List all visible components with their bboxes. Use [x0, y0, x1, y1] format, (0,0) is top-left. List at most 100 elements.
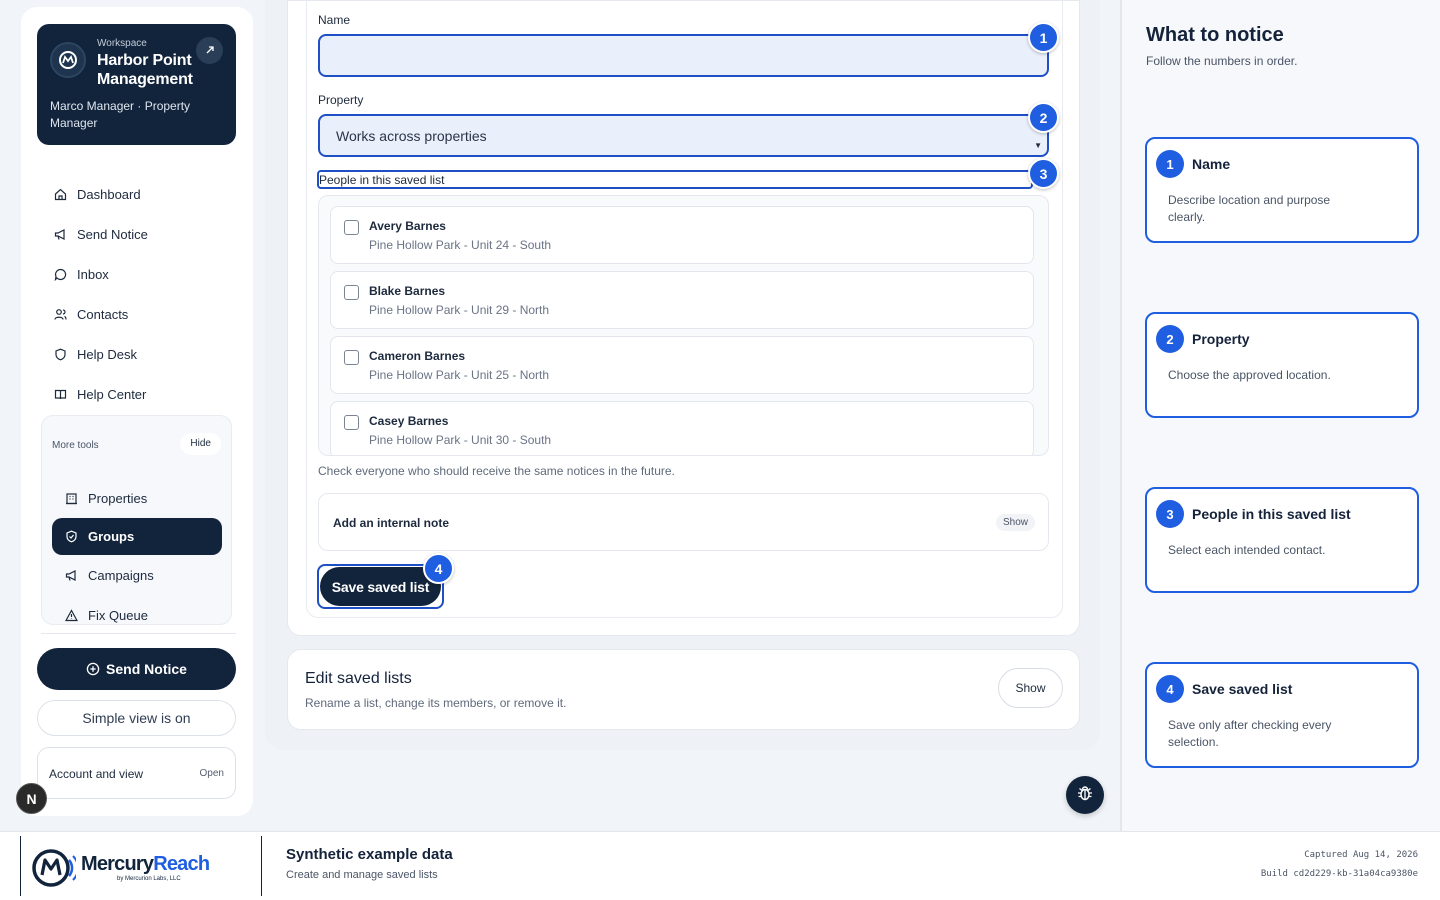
person-unit: Pine Hollow Park - Unit 30 - South: [369, 433, 552, 447]
guide-step-card: 1 Name Describe location and purpose cle…: [1145, 137, 1419, 243]
people-help-text: Check everyone who should receive the sa…: [318, 464, 675, 478]
send-notice-button[interactable]: Send Notice: [37, 648, 236, 690]
nav-item-help-center[interactable]: Help Center: [42, 374, 242, 414]
tool-item-fix-queue[interactable]: Fix Queue: [52, 595, 222, 624]
person-row[interactable]: Avery Barnes Pine Hollow Park - Unit 24 …: [330, 206, 1034, 264]
account-open-link[interactable]: Open: [200, 768, 224, 779]
workspace-user: Marco Manager · Property Manager: [50, 99, 191, 130]
shield-icon: [53, 347, 67, 361]
primary-nav: Dashboard Send Notice Inbox Contacts Hel…: [42, 174, 242, 414]
name-input[interactable]: [318, 34, 1049, 77]
person-row[interactable]: Casey Barnes Pine Hollow Park - Unit 30 …: [330, 401, 1034, 455]
home-icon: [53, 187, 67, 201]
person-name: Blake Barnes: [369, 284, 446, 298]
person-unit: Pine Hollow Park - Unit 25 - North: [369, 368, 550, 382]
guide-step-title: Save saved list: [1192, 681, 1293, 697]
person-checkbox[interactable]: [344, 220, 359, 235]
guide-step-description: Choose the approved location.: [1168, 368, 1331, 382]
edit-saved-lists-title: Edit saved lists: [305, 670, 412, 687]
internal-note-label: Add an internal note: [333, 516, 450, 530]
nav-label: Help Center: [77, 386, 147, 402]
internal-note-show-button[interactable]: Show: [995, 514, 1035, 531]
account-label: Account and view: [49, 767, 144, 781]
sidebar-divider: [41, 633, 236, 634]
name-label: Name: [318, 13, 351, 27]
chat-icon: [53, 267, 67, 281]
edit-saved-lists-show-button[interactable]: Show: [998, 668, 1063, 708]
edit-saved-lists-card: Edit saved lists Rename a list, change i…: [287, 649, 1080, 730]
guide-title: What to notice: [1146, 24, 1284, 46]
shield-check-icon: [64, 530, 78, 544]
book-icon: [53, 387, 67, 401]
workspace-card: Workspace Harbor Point Management Marco …: [37, 24, 236, 145]
nav-label: Inbox: [77, 266, 109, 282]
dev-tools-badge[interactable]: N: [16, 783, 47, 814]
step-marker-1: 1: [1028, 22, 1059, 53]
megaphone-icon: [64, 568, 78, 582]
more-tools-list: Properties Groups Campaigns Fix Queue: [52, 478, 222, 624]
account-and-view[interactable]: Account and view Open: [37, 747, 236, 799]
person-row[interactable]: Cameron Barnes Pine Hollow Park - Unit 2…: [330, 336, 1034, 394]
guide-step-card: 3 People in this saved list Select each …: [1145, 487, 1419, 593]
guide-panel: What to notice Follow the numbers in ord…: [1120, 0, 1440, 831]
people-list[interactable]: Avery Barnes Pine Hollow Park - Unit 24 …: [318, 195, 1049, 456]
step-marker-4: 4: [423, 553, 454, 584]
nav-label: Send Notice: [77, 226, 148, 242]
users-icon: [53, 307, 67, 321]
bug-report-button[interactable]: [1066, 776, 1104, 814]
person-checkbox[interactable]: [344, 415, 359, 430]
nav-label: Dashboard: [77, 186, 141, 202]
nav-item-inbox[interactable]: Inbox: [42, 254, 242, 294]
footer: MercuryReach by Mercurion Labs, LLC Synt…: [0, 831, 1440, 900]
build-id: Build cd2d229-kb-31a04ca9380e: [1260, 869, 1418, 879]
tool-item-campaigns[interactable]: Campaigns: [52, 555, 222, 595]
guide-step-title: Property: [1192, 331, 1250, 347]
person-checkbox[interactable]: [344, 350, 359, 365]
brand-wordmark: MercuryReach: [81, 853, 210, 876]
guide-step-card: 4 Save saved list Save only after checki…: [1145, 662, 1419, 768]
nav-item-help-desk[interactable]: Help Desk: [42, 334, 242, 374]
tool-label: Properties: [88, 490, 148, 506]
people-label: People in this saved list: [319, 173, 445, 187]
chevron-down-icon: ▼: [1034, 141, 1042, 150]
person-unit: Pine Hollow Park - Unit 29 - North: [369, 303, 550, 317]
nav-label: Contacts: [77, 306, 129, 322]
person-row[interactable]: Blake Barnes Pine Hollow Park - Unit 29 …: [330, 271, 1034, 329]
internal-note-row[interactable]: Add an internal note Show: [318, 493, 1049, 551]
mercury-reach-mark-icon: [32, 849, 76, 887]
person-name: Casey Barnes: [369, 414, 449, 428]
building-icon: [64, 491, 78, 505]
tool-item-properties[interactable]: Properties: [52, 478, 222, 518]
guide-step-title: Name: [1192, 156, 1231, 172]
workspace-switch-button[interactable]: [196, 37, 223, 64]
sidebar: Workspace Harbor Point Management Marco …: [21, 7, 253, 816]
person-checkbox[interactable]: [344, 285, 359, 300]
footer-title: Synthetic example data: [286, 846, 453, 863]
megaphone-icon: [53, 227, 67, 241]
plus-circle-icon: [86, 662, 100, 676]
person-unit: Pine Hollow Park - Unit 24 - South: [369, 238, 552, 252]
tool-item-groups[interactable]: Groups: [52, 518, 222, 555]
person-name: Avery Barnes: [369, 219, 446, 233]
tool-label: Groups: [88, 529, 135, 544]
property-select[interactable]: Works across properties ▼: [318, 114, 1049, 157]
nav-item-dashboard[interactable]: Dashboard: [42, 174, 242, 214]
guide-step-title: People in this saved list: [1192, 506, 1351, 522]
guide-step-number: 2: [1156, 325, 1184, 353]
nav-item-send-notice[interactable]: Send Notice: [42, 214, 242, 254]
bug-icon: [1076, 784, 1094, 807]
workspace-eyebrow: Workspace: [97, 38, 147, 49]
guide-step-description: Save only after checking every selection…: [1168, 718, 1332, 749]
guide-subtitle: Follow the numbers in order.: [1146, 54, 1298, 68]
arrow-up-right-icon: [205, 42, 215, 60]
guide-step-description: Select each intended contact.: [1168, 543, 1326, 557]
nav-item-contacts[interactable]: Contacts: [42, 294, 242, 334]
simple-view-toggle[interactable]: Simple view is on: [37, 700, 236, 736]
guide-step-number: 3: [1156, 500, 1184, 528]
brand-mercury: Mercury: [81, 853, 154, 875]
nav-label: Help Desk: [77, 346, 137, 362]
workspace-logo: [50, 42, 86, 78]
tool-label: Campaigns: [88, 567, 154, 583]
step-marker-3: 3: [1028, 158, 1059, 189]
more-tools-hide-button[interactable]: Hide: [180, 433, 221, 455]
